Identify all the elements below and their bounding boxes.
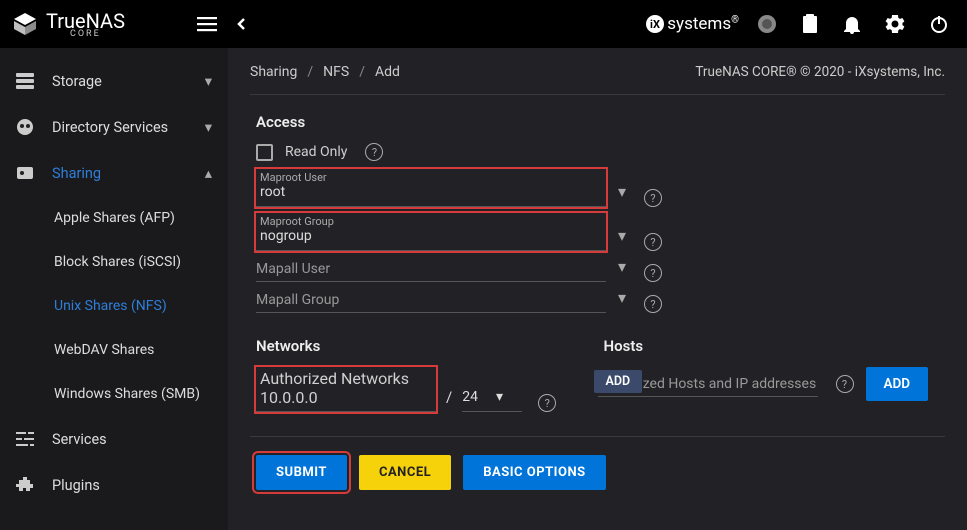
breadcrumb: Sharing / NFS / Add TrueNAS CORE® © 2020…: [250, 64, 945, 95]
sidebar-label-storage: Storage: [52, 73, 102, 90]
help-icon[interactable]: ?: [644, 233, 662, 251]
access-title: Access: [256, 113, 945, 131]
mapall-user-field[interactable]: Mapall User: [256, 259, 606, 282]
help-icon[interactable]: ?: [644, 264, 662, 282]
breadcrumb-add: Add: [375, 64, 400, 80]
sidebar-item-nfs[interactable]: Unix Shares (NFS): [0, 284, 228, 328]
dropdown-icon[interactable]: ▾: [618, 226, 626, 245]
sidebar-item-plugins[interactable]: Plugins: [0, 462, 228, 508]
topbar: TrueNAS CORE iX systems®: [0, 0, 967, 48]
basic-options-button[interactable]: BASIC OPTIONS: [463, 455, 605, 490]
cidr-separator: /: [446, 388, 452, 406]
cidr-select[interactable]: 24 ▾: [462, 389, 522, 412]
sidebar-label-services: Services: [52, 431, 107, 448]
dropdown-icon[interactable]: ▾: [618, 182, 626, 201]
add-chip[interactable]: ADD: [594, 370, 643, 393]
maproot-group-field[interactable]: Maproot Group nogroup: [256, 213, 606, 251]
breadcrumb-sharing[interactable]: Sharing: [250, 64, 297, 80]
help-icon[interactable]: ?: [365, 143, 383, 161]
ixsystems-logo[interactable]: iX systems®: [645, 14, 739, 34]
sidebar-item-services[interactable]: Services: [0, 416, 228, 462]
status-icon[interactable]: [757, 14, 777, 34]
sidebar-item-sharing[interactable]: Sharing ▴: [0, 150, 228, 196]
submit-button[interactable]: SUBMIT: [256, 455, 347, 490]
sidebar-label-directory: Directory Services: [52, 119, 168, 136]
cancel-button[interactable]: CANCEL: [359, 455, 451, 490]
sidebar-item-smb[interactable]: Windows Shares (SMB): [0, 372, 228, 416]
networks-title: Networks: [256, 337, 598, 355]
chevron-down-icon: ▾: [205, 73, 212, 90]
sidebar-item-afp[interactable]: Apple Shares (AFP): [0, 196, 228, 240]
help-icon[interactable]: ?: [538, 394, 556, 412]
help-icon[interactable]: ?: [644, 295, 662, 313]
app-logo[interactable]: TrueNAS CORE: [12, 9, 125, 39]
sidebar-item-storage[interactable]: Storage ▾: [0, 58, 228, 104]
main-content: Sharing / NFS / Add TrueNAS CORE® © 2020…: [228, 48, 967, 530]
svg-text:iX: iX: [650, 18, 660, 31]
dropdown-icon[interactable]: ▾: [618, 288, 626, 307]
mapall-group-field[interactable]: Mapall Group: [256, 290, 606, 313]
truenas-icon: [12, 13, 38, 35]
breadcrumb-nfs[interactable]: NFS: [323, 64, 349, 80]
authorized-networks-field[interactable]: Authorized Networks 10.0.0.0: [256, 367, 436, 412]
readonly-label: Read Only: [285, 144, 347, 160]
sidebar-item-webdav[interactable]: WebDAV Shares: [0, 328, 228, 372]
help-icon[interactable]: ?: [644, 189, 662, 207]
readonly-checkbox[interactable]: [256, 144, 273, 161]
sidebar-item-directory[interactable]: Directory Services ▾: [0, 104, 228, 150]
add-host-button[interactable]: ADD: [866, 367, 929, 401]
vendor-text: systems®: [667, 14, 739, 34]
clipboard-icon[interactable]: [801, 14, 819, 34]
chevron-down-icon: ▾: [205, 119, 212, 136]
footer-actions: SUBMIT CANCEL BASIC OPTIONS: [250, 436, 945, 508]
sidebar-label-plugins: Plugins: [52, 477, 100, 494]
sidebar-label-sharing: Sharing: [52, 165, 101, 182]
back-icon[interactable]: [235, 17, 249, 31]
sidebar-item-iscsi[interactable]: Block Shares (iSCSI): [0, 240, 228, 284]
copyright: TrueNAS CORE® © 2020 - iXsystems, Inc.: [695, 64, 945, 80]
chevron-down-icon: ▾: [496, 389, 503, 405]
chevron-up-icon: ▴: [205, 165, 212, 182]
hosts-title: Hosts: [604, 337, 946, 355]
help-icon[interactable]: ?: [836, 375, 854, 393]
maproot-user-field[interactable]: Maproot User root: [256, 169, 606, 207]
menu-icon[interactable]: [197, 14, 217, 34]
dropdown-icon[interactable]: ▾: [618, 257, 626, 276]
gear-icon[interactable]: [885, 14, 905, 34]
power-icon[interactable]: [929, 14, 949, 34]
bell-icon[interactable]: [843, 14, 861, 34]
sidebar: Storage ▾ Directory Services ▾ Sharing ▴…: [0, 48, 228, 530]
